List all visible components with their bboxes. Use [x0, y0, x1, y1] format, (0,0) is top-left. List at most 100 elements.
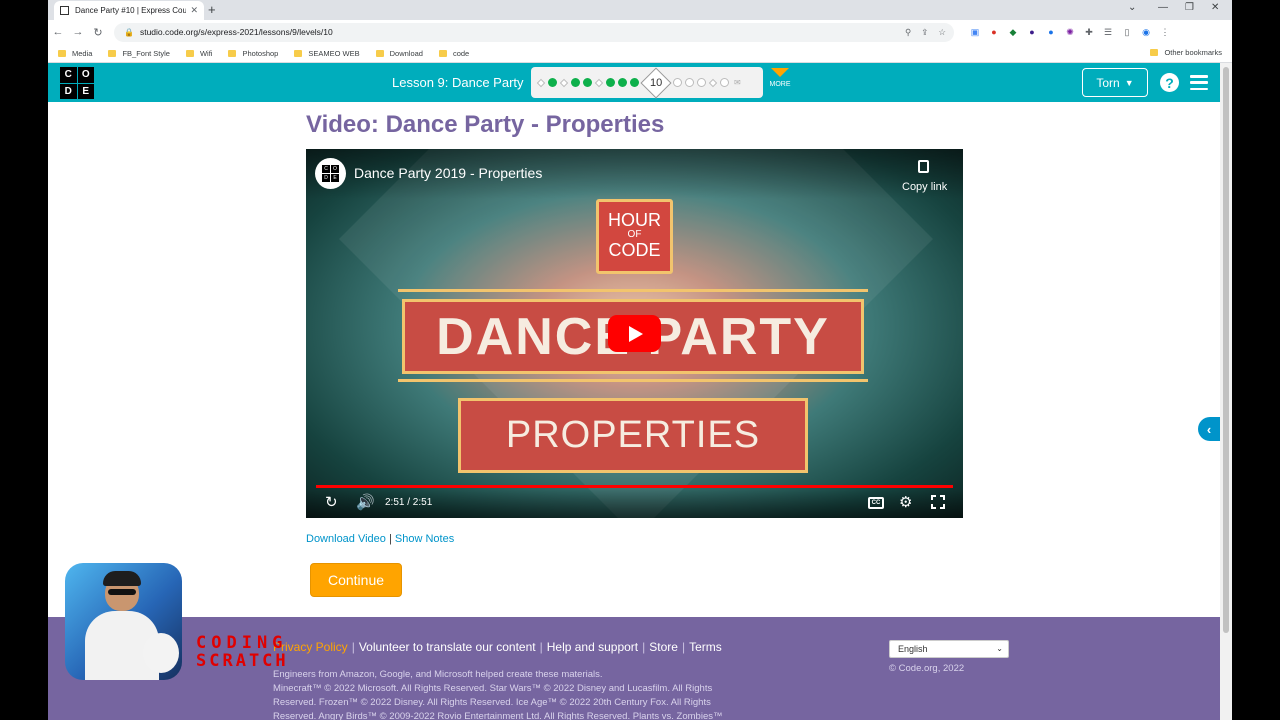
captions-icon[interactable]: CC	[868, 497, 884, 509]
replay-icon[interactable]: ↻	[325, 493, 338, 511]
play-button[interactable]	[608, 315, 661, 352]
extension-green-icon[interactable]: ◆	[1008, 27, 1018, 38]
logo-letter: O	[77, 67, 94, 83]
restore-icon[interactable]: ❐	[1185, 2, 1194, 13]
chevron-down-icon: ⌄	[996, 644, 1003, 653]
extension-gear-icon[interactable]: ✺	[1065, 27, 1075, 38]
volume-icon[interactable]: 🔊	[356, 493, 375, 511]
continue-button[interactable]: Continue	[310, 563, 402, 597]
level-bubble[interactable]	[583, 78, 592, 87]
level-bubble[interactable]	[708, 78, 718, 87]
help-icon[interactable]: ?	[1160, 73, 1179, 92]
brand-line-1: CODING	[196, 633, 288, 653]
lock-icon[interactable]: 🔒	[124, 28, 134, 37]
address-bar[interactable]: 🔒 studio.code.org/s/express-2021/lessons…	[114, 22, 954, 42]
bookmarks-bar: Media FB_Font Style Wifi Photoshop SEAME…	[48, 44, 1232, 63]
browser-tab[interactable]: Dance Party #10 | Express Course... ✕	[54, 1, 204, 20]
extension-blue-icon[interactable]: ●	[1046, 27, 1056, 37]
level-progress: 10 ✉	[531, 66, 763, 99]
channel-logo[interactable]: C O D E	[315, 158, 346, 189]
reading-list-icon[interactable]: ☰	[1103, 27, 1113, 38]
fullscreen-icon[interactable]	[931, 495, 945, 509]
bookmark-label: FB_Font Style	[122, 48, 170, 58]
level-bubble[interactable]	[548, 78, 557, 87]
bookmark-code[interactable]: code	[438, 48, 470, 58]
bookmark-download[interactable]: Download	[375, 48, 423, 58]
close-window-icon[interactable]: ✕	[1211, 2, 1219, 13]
time-display: 2:51 / 2:51	[385, 497, 433, 508]
level-bubble[interactable]	[720, 78, 729, 87]
back-icon[interactable]: ←	[48, 26, 68, 38]
side-panel-icon[interactable]: ▯	[1122, 27, 1132, 38]
translate-extension-icon[interactable]: ▣	[970, 27, 980, 38]
level-bubble[interactable]	[594, 78, 604, 87]
logo-letter: O	[331, 165, 339, 173]
bookmark-photoshop[interactable]: Photoshop	[228, 49, 278, 58]
language-value: English	[898, 644, 928, 654]
level-bubble[interactable]	[618, 78, 627, 87]
logo-letter: C	[60, 67, 77, 83]
page-title: Video: Dance Party - Properties	[306, 111, 665, 138]
extension-purple-icon[interactable]: ●	[1027, 27, 1037, 37]
scrollbar-thumb[interactable]	[1223, 67, 1229, 633]
page-scrollbar[interactable]	[1220, 63, 1232, 720]
close-tab-icon[interactable]: ✕	[190, 5, 198, 16]
avatar-sunglasses	[108, 589, 136, 595]
footer-link-store[interactable]: Store	[649, 640, 678, 654]
more-button[interactable]: MORE	[767, 68, 793, 88]
code-org-logo[interactable]: C O D E	[60, 67, 94, 99]
bookmark-fb-font-style[interactable]: FB_Font Style	[108, 49, 170, 58]
video-player[interactable]: C O D E Dance Party 2019 - Properties Co…	[306, 149, 963, 518]
tab-search-icon[interactable]: ⌄	[1128, 2, 1136, 13]
share-icon[interactable]: ⇪	[921, 27, 928, 38]
show-notes-link[interactable]: Show Notes	[395, 533, 454, 545]
forward-icon[interactable]: →	[68, 26, 88, 38]
download-video-link[interactable]: Download Video	[306, 533, 386, 545]
video-title[interactable]: Dance Party 2019 - Properties	[354, 165, 542, 181]
browser-window: Dance Party #10 | Express Course... ✕ + …	[48, 0, 1232, 720]
new-tab-icon[interactable]: +	[208, 2, 216, 17]
folder-icon	[438, 49, 447, 57]
hamburger-menu-icon[interactable]	[1190, 75, 1208, 90]
bookmark-label: code	[452, 48, 470, 58]
level-bubble[interactable]	[697, 78, 706, 87]
footer-link-translate[interactable]: Volunteer to translate our content	[359, 640, 536, 654]
link-separator: |	[388, 533, 392, 545]
bookmark-wifi[interactable]: Wifi	[185, 49, 212, 58]
level-bubble[interactable]	[630, 78, 639, 87]
chrome-menu-icon[interactable]: ⋮	[1160, 27, 1170, 38]
lesson-title[interactable]: Lesson 9: Dance Party	[392, 75, 524, 90]
language-select[interactable]: English ⌄	[889, 640, 1009, 658]
level-bubble[interactable]	[606, 78, 615, 87]
copy-link-icon[interactable]	[918, 160, 929, 173]
tab-strip: Dance Party #10 | Express Course... ✕ + …	[48, 0, 1232, 20]
extensions-puzzle-icon[interactable]: ✚	[1084, 27, 1094, 38]
collapse-chevron-icon[interactable]: ‹	[1198, 417, 1220, 441]
extension-red-icon[interactable]: ●	[989, 27, 999, 37]
user-menu-button[interactable]: Torn ▼	[1082, 68, 1148, 97]
zoom-icon[interactable]: ⚲	[905, 27, 911, 38]
bookmark-label: Download	[389, 48, 423, 58]
bookmark-media[interactable]: Media	[58, 49, 92, 58]
level-bubble[interactable]	[673, 78, 682, 87]
reload-icon[interactable]: ↻	[88, 26, 108, 39]
footer-link-terms[interactable]: Terms	[689, 640, 722, 654]
minimize-icon[interactable]: —	[1158, 2, 1168, 13]
level-bubble[interactable]	[685, 78, 694, 87]
current-level-bubble[interactable]: 10	[640, 66, 672, 99]
assessment-envelope-icon[interactable]: ✉	[734, 78, 741, 87]
folder-icon	[228, 49, 237, 57]
folder-icon	[108, 49, 117, 57]
other-bookmarks[interactable]: Other bookmarks	[1150, 48, 1222, 57]
bookmark-seameo-web[interactable]: SEAMEO WEB	[294, 49, 360, 58]
level-bubble[interactable]	[571, 78, 580, 87]
level-bubble[interactable]	[536, 78, 546, 87]
copy-link-label[interactable]: Copy link	[902, 181, 947, 193]
bookmark-label: Photoshop	[242, 48, 279, 58]
profile-avatar-icon[interactable]: ◉	[1141, 27, 1151, 38]
level-bubble[interactable]	[559, 78, 569, 87]
bookmark-star-icon[interactable]: ☆	[938, 27, 946, 38]
footer-link-help[interactable]: Help and support	[547, 640, 638, 654]
settings-gear-icon[interactable]: ⚙	[899, 493, 912, 511]
playback-progress-bar[interactable]	[316, 485, 953, 488]
